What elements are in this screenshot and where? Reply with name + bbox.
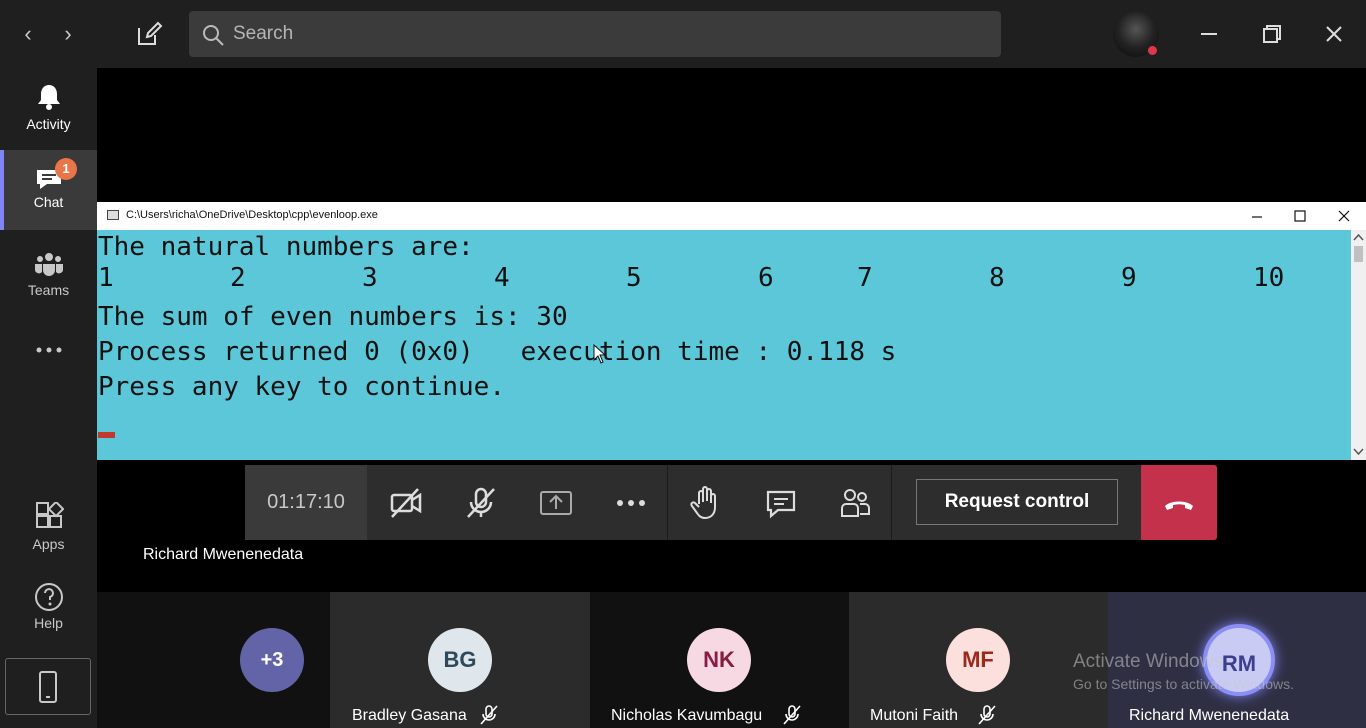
console-number: 1 [98, 263, 114, 293]
rail-item-chat[interactable]: 1 Chat [0, 150, 97, 230]
participant-avatar: MF [946, 628, 1010, 692]
camera-off-icon [390, 488, 422, 518]
mic-off-icon [978, 705, 996, 725]
chat-badge: 1 [55, 158, 77, 180]
more-actions-button[interactable] [593, 465, 667, 540]
phone-icon [39, 671, 57, 703]
participants-icon [841, 489, 870, 517]
console-window: C:\Users\richa\OneDrive\Desktop\cpp\even… [97, 202, 1366, 460]
console-maximize-icon[interactable] [1291, 207, 1309, 225]
participant-name: Nicholas Kavumbagu [611, 707, 763, 724]
scroll-thumb[interactable] [1354, 246, 1363, 262]
call-timer: 01:17:10 [245, 465, 367, 540]
text-cursor [98, 432, 115, 438]
app-rail: Activity 1 Chat Teams Apps Help [0, 68, 97, 728]
search-input[interactable]: Search [189, 11, 1001, 57]
overflow-tile[interactable]: +3 [97, 592, 330, 728]
console-app-icon [107, 210, 119, 220]
rail-label: Help [34, 615, 63, 631]
search-icon [203, 25, 224, 46]
participants-button[interactable] [817, 465, 891, 540]
console-line: The natural numbers are: [98, 232, 474, 262]
more-icon [617, 500, 645, 506]
mic-off-icon [480, 705, 498, 725]
console-number: 7 [857, 263, 873, 293]
scroll-up-icon[interactable] [1353, 233, 1364, 243]
scroll-down-icon[interactable] [1353, 446, 1364, 456]
chat-button[interactable] [743, 465, 817, 540]
rail-item-help[interactable]: Help [0, 578, 97, 658]
request-control-button[interactable]: Request control [916, 479, 1118, 525]
call-controls: 01:17:10 Request control [245, 465, 1217, 540]
participant-avatar: NK [687, 628, 751, 692]
mute-button[interactable] [443, 465, 517, 540]
console-line: The sum of even numbers is: 30 [98, 302, 568, 332]
rail-label: Chat [33, 194, 64, 210]
console-path: C:\Users\richa\OneDrive\Desktop\cpp\even… [126, 209, 378, 221]
bell-icon [37, 85, 60, 110]
more-apps-button[interactable] [0, 330, 97, 370]
share-screen-button[interactable] [518, 465, 592, 540]
rail-label: Activity [26, 116, 71, 132]
profile-avatar[interactable] [1113, 11, 1159, 57]
share-tray-icon [540, 491, 572, 515]
console-line: Process returned 0 (0x0) execution time … [98, 337, 897, 367]
participant-name: Richard Mwenenedata [1129, 707, 1290, 724]
overflow-count[interactable]: +3 [240, 628, 304, 692]
watermark-title: Activate Windows [1073, 651, 1223, 672]
rail-label: Apps [32, 536, 65, 552]
console-number: 4 [494, 263, 510, 293]
forward-arrow-icon[interactable]: › [56, 20, 80, 48]
back-arrow-icon[interactable]: ‹ [16, 20, 40, 48]
title-bar: ‹ › Search [0, 0, 1366, 68]
camera-off-button[interactable] [368, 465, 442, 540]
console-number: 10 [1253, 263, 1285, 293]
rail-item-apps[interactable]: Apps [0, 498, 97, 578]
participant-tile[interactable]: NK Nicholas Kavumbagu [590, 592, 849, 728]
divider [891, 465, 892, 540]
mobile-device-button[interactable] [5, 658, 91, 715]
console-number: 8 [989, 263, 1005, 293]
hang-up-icon [1165, 501, 1193, 510]
console-minimize-icon[interactable] [1248, 207, 1266, 225]
restore-icon[interactable] [1256, 18, 1288, 50]
console-number: 9 [1121, 263, 1137, 293]
raise-hand-button[interactable] [668, 465, 742, 540]
participant-tile[interactable]: BG Bradley Gasana [330, 592, 590, 728]
hang-up-button[interactable] [1141, 465, 1217, 540]
more-icon [36, 347, 61, 353]
help-icon [34, 583, 63, 611]
console-output: The natural numbers are: 1 2 3 4 5 6 7 8… [97, 230, 1351, 460]
activation-watermark: Activate Windows Go to Settings to activ… [1073, 651, 1294, 692]
console-number: 6 [758, 263, 774, 293]
console-scrollbar[interactable] [1351, 230, 1366, 460]
mouse-pointer-icon [593, 344, 607, 364]
minimize-icon[interactable] [1193, 18, 1225, 50]
search-placeholder: Search [233, 23, 294, 44]
rail-label: Teams [27, 282, 70, 298]
console-number: 5 [626, 263, 642, 293]
mic-off-icon [467, 487, 495, 518]
rail-item-teams[interactable]: Teams [0, 234, 97, 314]
mic-off-icon [783, 705, 801, 725]
apps-icon [35, 502, 64, 528]
hand-icon [690, 486, 716, 520]
participant-tile[interactable]: MF Mutoni Faith [849, 592, 1108, 728]
presenter-name: Richard Mwenenedata [143, 546, 304, 563]
participant-avatar: BG [428, 628, 492, 692]
participant-name: Mutoni Faith [870, 707, 959, 724]
console-number: 2 [230, 263, 246, 293]
watermark-subtitle: Go to Settings to activate Windows. [1073, 676, 1294, 692]
teams-icon [34, 253, 63, 276]
compose-icon[interactable] [135, 20, 163, 48]
rail-item-activity[interactable]: Activity [0, 80, 97, 154]
participant-name: Bradley Gasana [352, 707, 467, 724]
chat-icon [766, 490, 796, 519]
console-number: 3 [362, 263, 378, 293]
busy-status-icon [1146, 44, 1159, 57]
close-icon[interactable] [1318, 18, 1350, 50]
console-title-bar: C:\Users\richa\OneDrive\Desktop\cpp\even… [97, 202, 1366, 230]
console-line: Press any key to continue. [98, 372, 505, 402]
console-close-icon[interactable] [1335, 207, 1353, 225]
